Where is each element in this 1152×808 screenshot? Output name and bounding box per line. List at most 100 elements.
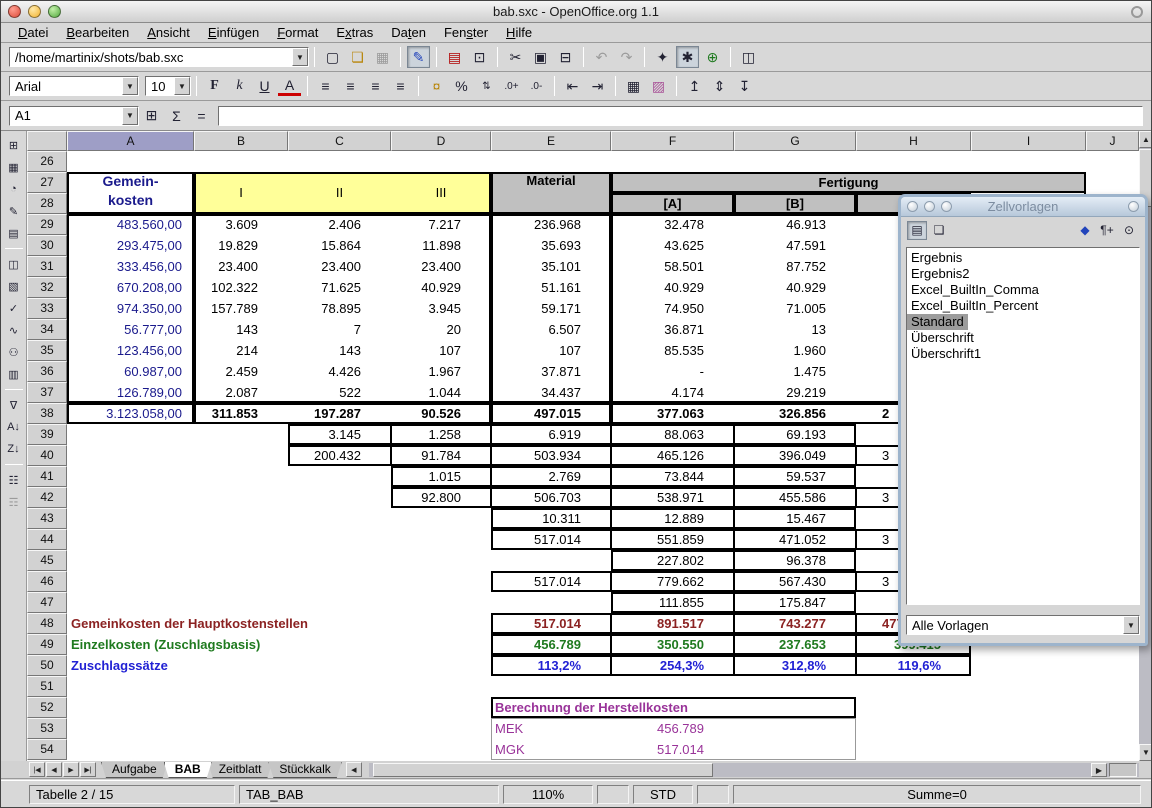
cell-G41[interactable]: 59.537 xyxy=(734,466,856,487)
cell-A36[interactable]: 60.987,00 xyxy=(67,361,194,382)
cell-F49[interactable]: 350.550 xyxy=(611,634,734,655)
formula-input[interactable] xyxy=(218,106,1143,126)
cell-G49[interactable]: 237.653 xyxy=(734,634,856,655)
cell-G33[interactable]: 71.005 xyxy=(734,298,856,319)
cell-E40[interactable]: 503.934 xyxy=(491,445,611,466)
cell-E37[interactable]: 34.437 xyxy=(491,382,611,403)
cell-E39[interactable]: 6.919 xyxy=(491,424,611,445)
align-right-button[interactable]: ≡ xyxy=(364,75,387,97)
delete-decimal-button[interactable]: .0- xyxy=(525,75,548,97)
cell-D35[interactable]: 107 xyxy=(391,340,491,361)
cell-B29[interactable]: 3.609 xyxy=(194,214,288,235)
url-combobox[interactable]: /home/martinix/shots/bab.sxc ▼ xyxy=(9,47,309,67)
cell-A37[interactable]: 126.789,00 xyxy=(67,382,194,403)
cell-D32[interactable]: 40.929 xyxy=(391,277,491,298)
row-header-29[interactable]: 29 xyxy=(27,214,67,235)
row-header-52[interactable]: 52 xyxy=(27,697,67,718)
row-header-33[interactable]: 33 xyxy=(27,298,67,319)
cell-B35[interactable]: 214 xyxy=(194,340,288,361)
cell-F39[interactable]: 88.063 xyxy=(611,424,734,445)
status-sum-indicator[interactable]: Summe=0 xyxy=(733,785,1141,804)
cell-B34[interactable]: 143 xyxy=(194,319,288,340)
column-header-D[interactable]: D xyxy=(391,131,491,151)
cell-F35[interactable]: 85.535 xyxy=(611,340,734,361)
row-header-32[interactable]: 32 xyxy=(27,277,67,298)
cell-F40[interactable]: 465.126 xyxy=(611,445,734,466)
font-color-button[interactable]: A xyxy=(278,76,301,96)
cell-G43[interactable]: 15.467 xyxy=(734,508,856,529)
column-header-F[interactable]: F xyxy=(611,131,734,151)
menu-fenster[interactable]: Fenster xyxy=(435,24,497,41)
export-pdf-button[interactable]: ▤ xyxy=(443,46,466,68)
status-insert-mode[interactable]: STD xyxy=(633,785,693,804)
cell-E53[interactable]: MEK xyxy=(491,718,611,739)
cell-G37[interactable]: 29.219 xyxy=(734,382,856,403)
cell-F42[interactable]: 538.971 xyxy=(611,487,734,508)
cell-F47[interactable]: 111.855 xyxy=(611,592,734,613)
cell-B32[interactable]: 102.322 xyxy=(194,277,288,298)
column-header-A[interactable]: A xyxy=(67,131,194,151)
chevron-down-icon[interactable]: ▼ xyxy=(122,77,138,95)
scroll-right-icon[interactable]: ▶ xyxy=(1091,763,1107,777)
row-header-50[interactable]: 50 xyxy=(27,655,67,676)
menu-daten[interactable]: Daten xyxy=(382,24,435,41)
row-header-46[interactable]: 46 xyxy=(27,571,67,592)
row-header-28[interactable]: 28 xyxy=(27,193,67,214)
row-header-51[interactable]: 51 xyxy=(27,676,67,697)
cell-C36[interactable]: 4.426 xyxy=(288,361,391,382)
menu-einfgen[interactable]: Einfügen xyxy=(199,24,268,41)
cell-D37[interactable]: 1.044 xyxy=(391,382,491,403)
row-header-53[interactable]: 53 xyxy=(27,718,67,739)
draw-functions-button[interactable]: ✎ xyxy=(4,201,24,221)
hyperlink-button[interactable]: ⊕ xyxy=(701,46,724,68)
cell-A48[interactable]: Gemeinkosten der Hauptkostenstellen xyxy=(67,613,491,634)
row-header-30[interactable]: 30 xyxy=(27,235,67,256)
fill-format-button[interactable]: ◆ xyxy=(1075,221,1095,240)
edit-file-button[interactable]: ✎ xyxy=(407,46,430,68)
cell-C37[interactable]: 522 xyxy=(288,382,391,403)
cell-D42[interactable]: 92.800 xyxy=(391,487,491,508)
row-header-48[interactable]: 48 xyxy=(27,613,67,634)
function-button[interactable]: = xyxy=(190,105,213,127)
column-header-H[interactable]: H xyxy=(856,131,971,151)
cell-D38[interactable]: 90.526 xyxy=(391,403,491,424)
stylist-title-bar[interactable]: Zellvorlagen xyxy=(901,197,1145,217)
cell-B37[interactable]: 2.087 xyxy=(194,382,288,403)
row-header-42[interactable]: 42 xyxy=(27,487,67,508)
font-name-combobox[interactable]: Arial ▼ xyxy=(9,76,139,96)
cell-F54[interactable]: 517.014 xyxy=(611,739,734,760)
style-entry-ergebnis[interactable]: Ergebnis xyxy=(907,250,966,265)
data-sources-button[interactable]: ▥ xyxy=(4,364,24,384)
sheet-tab-stückkalk[interactable]: Stückkalk xyxy=(268,762,341,778)
cell-F44[interactable]: 551.859 xyxy=(611,529,734,550)
align-left-button[interactable]: ≡ xyxy=(314,75,337,97)
cell-E38[interactable]: 497.015 xyxy=(491,403,611,424)
cell-F34[interactable]: 36.871 xyxy=(611,319,734,340)
menu-ansicht[interactable]: Ansicht xyxy=(138,24,199,41)
menu-bearbeiten[interactable]: Bearbeiten xyxy=(57,24,138,41)
cell-F33[interactable]: 74.950 xyxy=(611,298,734,319)
status-sheet-indicator[interactable]: Tabelle 2 / 15 xyxy=(29,785,235,804)
cell-C33[interactable]: 78.895 xyxy=(288,298,391,319)
cell-F29[interactable]: 32.478 xyxy=(611,214,734,235)
style-entry-ergebnis2[interactable]: Ergebnis2 xyxy=(907,266,974,281)
cell-E27[interactable]: Material xyxy=(491,172,611,214)
style-entry-berschrift1[interactable]: Überschrift1 xyxy=(907,346,985,361)
navigator-button[interactable]: ✦ xyxy=(651,46,674,68)
number-format-standard-button[interactable]: ⇅ xyxy=(475,75,498,97)
menu-extras[interactable]: Extras xyxy=(327,24,382,41)
cell-E31[interactable]: 35.101 xyxy=(491,256,611,277)
align-center-button[interactable]: ≡ xyxy=(339,75,362,97)
cell-B36[interactable]: 2.459 xyxy=(194,361,288,382)
cell-E42[interactable]: 506.703 xyxy=(491,487,611,508)
next-sheet-button[interactable]: ▶ xyxy=(63,762,79,777)
row-header-40[interactable]: 40 xyxy=(27,445,67,466)
first-sheet-button[interactable]: |◀ xyxy=(29,762,45,777)
cell-A49[interactable]: Einzelkosten (Zuschlagsbasis) xyxy=(67,634,491,655)
row-header-39[interactable]: 39 xyxy=(27,424,67,445)
borders-button[interactable]: ▦ xyxy=(622,75,645,97)
cell-G34[interactable]: 13 xyxy=(734,319,856,340)
cell-A38[interactable]: 3.123.058,00 xyxy=(67,403,194,424)
cell-A31[interactable]: 333.456,00 xyxy=(67,256,194,277)
number-format-currency-button[interactable]: ¤ xyxy=(425,75,448,97)
